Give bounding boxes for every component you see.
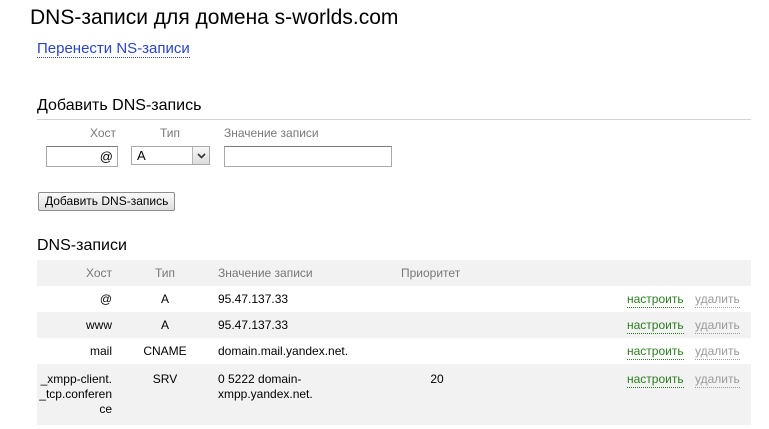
- transfer-ns-link[interactable]: Перенести NS-записи: [37, 40, 190, 58]
- record-host: _xmpp-client._tcp.conference: [39, 372, 112, 416]
- records-table: Хост Тип Значение записи Приоритет @ A 9…: [37, 260, 751, 425]
- record-type: SRV: [152, 372, 178, 386]
- column-header-host: Хост: [85, 266, 112, 280]
- add-record-heading: Добавить DNS-запись: [37, 97, 202, 114]
- table-row: _xmpp-client._tcp.conference SRV 0 5222 …: [37, 364, 751, 425]
- record-type: CNAME: [143, 344, 187, 358]
- table-row: mail CNAME domain.mail.yandex.net. настр…: [37, 338, 751, 364]
- record-type: A: [160, 292, 169, 306]
- record-value: 0 5222 domain-xmpp.yandex.net.: [218, 372, 313, 401]
- host-input[interactable]: [46, 146, 118, 167]
- chevron-down-icon[interactable]: [192, 147, 209, 164]
- edit-record-link[interactable]: настроить: [627, 292, 684, 308]
- type-select-value: A: [137, 148, 146, 163]
- delete-record-link[interactable]: удалить: [695, 344, 740, 360]
- record-type: A: [160, 318, 169, 332]
- record-value: 95.47.137.33: [218, 318, 289, 332]
- type-label: Тип: [160, 126, 181, 140]
- column-header-priority: Приоритет: [401, 266, 461, 280]
- edit-record-link[interactable]: настроить: [627, 344, 684, 360]
- record-value-input[interactable]: [224, 146, 392, 167]
- column-header-value: Значение записи: [218, 266, 313, 280]
- add-record-divider: [37, 119, 751, 120]
- table-row: @ A 95.47.137.33 настроить удалить: [37, 286, 751, 312]
- record-value: domain.mail.yandex.net.: [218, 344, 349, 358]
- record-host: @: [99, 292, 112, 306]
- edit-record-link[interactable]: настроить: [627, 318, 684, 334]
- delete-record-link[interactable]: удалить: [695, 318, 740, 334]
- delete-record-link[interactable]: удалить: [695, 372, 740, 388]
- table-row: www A 95.47.137.33 настроить удалить: [37, 312, 751, 338]
- record-value: 95.47.137.33: [218, 292, 289, 306]
- edit-record-link[interactable]: настроить: [627, 372, 684, 388]
- value-label: Значение записи: [224, 126, 319, 140]
- table-header: Хост Тип Значение записи Приоритет: [37, 260, 751, 286]
- record-priority: 20: [430, 372, 444, 386]
- type-select[interactable]: A: [131, 146, 210, 165]
- host-label: Хост: [90, 126, 117, 140]
- page-title: DNS-записи для домена s-worlds.com: [30, 6, 399, 29]
- delete-record-link[interactable]: удалить: [695, 292, 740, 308]
- column-header-type: Тип: [154, 266, 175, 280]
- add-record-button[interactable]: Добавить DNS-запись: [38, 192, 176, 211]
- record-host: mail: [89, 344, 112, 358]
- records-heading: DNS-записи: [37, 237, 127, 254]
- record-host: www: [86, 318, 112, 332]
